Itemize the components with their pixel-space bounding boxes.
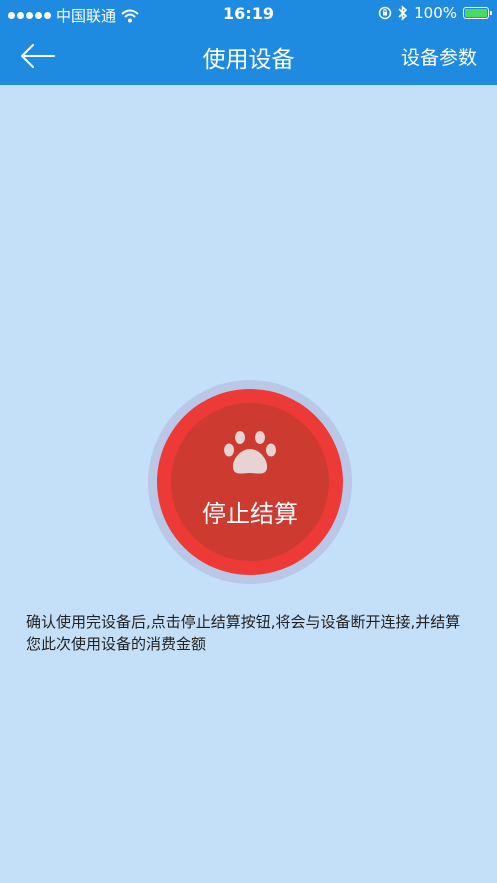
battery-fill <box>465 9 487 17</box>
status-right: 100% <box>378 4 492 22</box>
orientation-lock-icon <box>378 6 392 20</box>
device-parameters-button[interactable]: 设备参数 <box>401 43 477 70</box>
stop-settlement-button[interactable]: 停止结算 <box>157 389 343 575</box>
instruction-text: 确认使用完设备后,点击停止结算按钮,将会与设备断开连接,并结算您此次使用设备的消… <box>26 613 461 653</box>
status-bar: 中国联通 16:19 100% <box>0 0 497 28</box>
stop-button-label: 停止结算 <box>202 500 298 528</box>
navigation-bar: 使用设备 设备参数 <box>0 28 497 85</box>
paw-icon <box>224 431 276 474</box>
battery-percent: 100% <box>414 4 457 22</box>
bluetooth-icon <box>398 5 408 21</box>
stop-button-inner: 停止结算 <box>171 403 329 561</box>
battery-icon <box>463 7 492 19</box>
